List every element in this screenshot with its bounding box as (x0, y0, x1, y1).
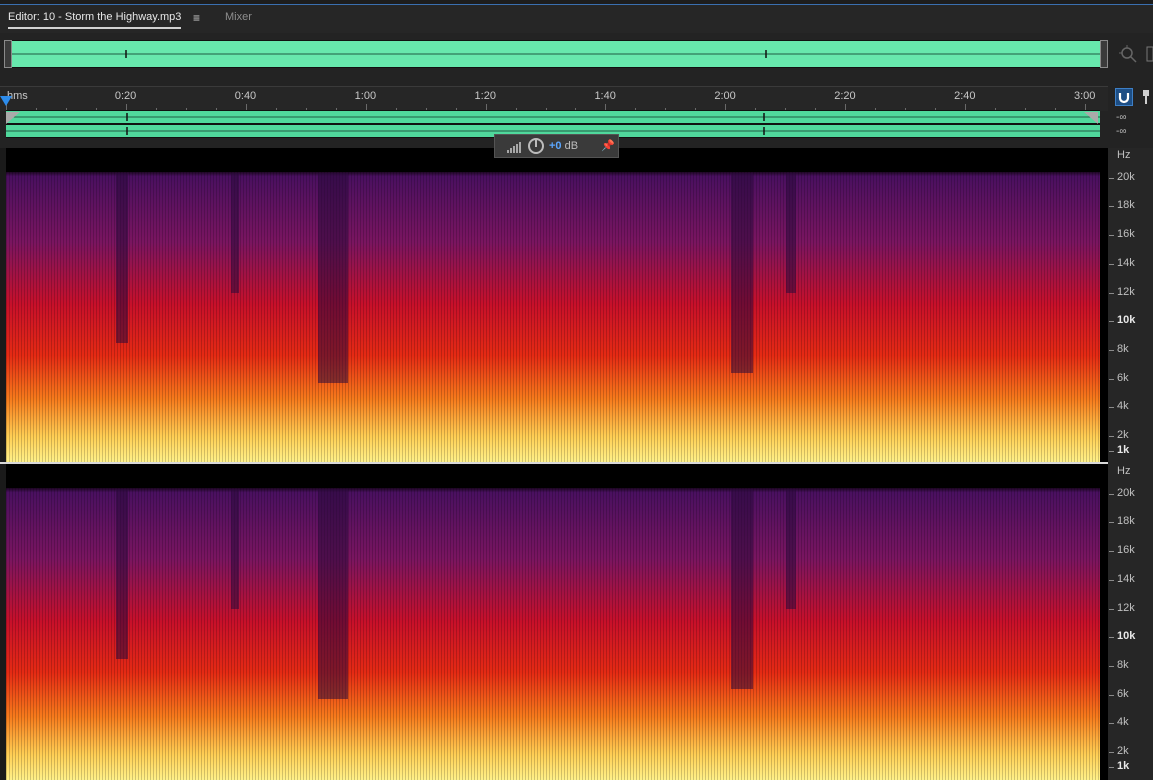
zoom-icon[interactable] (1118, 44, 1138, 64)
frequency-label: 14k (1117, 573, 1135, 585)
fade-in-handle[interactable] (6, 112, 20, 124)
time-label: 0:20 (114, 90, 137, 102)
spectrogram-left-channel[interactable] (6, 148, 1100, 462)
frequency-tick (1109, 580, 1114, 581)
time-label: 1:00 (354, 90, 377, 102)
frequency-label: 20k (1117, 171, 1135, 183)
hz-unit-label: Hz (1117, 465, 1131, 477)
hamburger-menu-icon[interactable]: ≡ (193, 11, 200, 25)
channel-left-db: -∞ (1116, 112, 1127, 123)
time-label: 2:00 (714, 90, 736, 102)
snap-icon[interactable] (1115, 88, 1133, 106)
time-label: 1:40 (594, 90, 616, 102)
panel-tab-bar: Editor: 10 - Storm the Highway.mp3 ≡ Mix… (0, 5, 1153, 33)
overview-waveform (4, 41, 1108, 67)
frequency-label: 1k (1117, 760, 1130, 772)
frequency-tick (1109, 494, 1114, 495)
time-ruler[interactable]: hms 0:20 0:40 1:00 1:20 1:40 2:00 2:20 2:40 3:00 (0, 86, 1108, 111)
pin-icon[interactable]: 📌 (601, 139, 615, 153)
frequency-label: 6k (1117, 688, 1129, 700)
tab-editor[interactable]: Editor: 10 - Storm the Highway.mp3 (8, 11, 182, 29)
time-label: 0:40 (234, 90, 257, 102)
frequency-tick (1109, 695, 1114, 696)
frequency-label: 4k (1117, 716, 1129, 728)
frequency-label: 1k (1117, 444, 1130, 456)
frequency-label: 16k (1117, 228, 1135, 240)
frequency-tick (1109, 350, 1114, 351)
frequency-label: 20k (1117, 487, 1135, 499)
gain-value[interactable]: +0 dB (549, 140, 578, 152)
frequency-label: 2k (1117, 745, 1129, 757)
channel-right-db: -∞ (1116, 126, 1127, 137)
hz-unit-label: Hz (1117, 149, 1131, 161)
frequency-tick (1109, 206, 1114, 207)
frequency-tick (1109, 609, 1114, 610)
frequency-tick (1109, 235, 1114, 236)
frequency-label: 4k (1117, 400, 1129, 412)
frequency-tick (1109, 407, 1114, 408)
time-label: 2:20 (834, 90, 856, 102)
frequency-tick (1109, 637, 1114, 638)
gain-hud[interactable]: +0 dB 📌 (494, 134, 619, 158)
spectrogram-right-channel[interactable] (6, 464, 1100, 780)
frequency-tick (1109, 178, 1114, 179)
frequency-tick (1109, 551, 1114, 552)
frequency-tick (1109, 522, 1114, 523)
frequency-tick (1109, 666, 1114, 667)
time-label: 2:40 (954, 90, 976, 102)
frequency-tick (1109, 321, 1114, 322)
time-label: 1:20 (474, 90, 496, 102)
frequency-tick (1109, 264, 1114, 265)
marker-icon[interactable] (1141, 88, 1151, 106)
channel-divider[interactable] (0, 462, 1108, 464)
time-label: 3:00 (1074, 90, 1096, 102)
frequency-label: 10k (1117, 314, 1136, 326)
playhead-marker[interactable] (0, 96, 12, 106)
overview-handle-left[interactable] (4, 40, 12, 68)
overview-handle-right[interactable] (1100, 40, 1108, 68)
level-meter-icon (507, 142, 521, 153)
frequency-label: 18k (1117, 199, 1135, 211)
frequency-label: 8k (1117, 343, 1129, 355)
frequency-tick (1109, 451, 1114, 452)
spectral-display[interactable] (0, 148, 1108, 780)
frequency-label: 12k (1117, 286, 1135, 298)
frequency-label: 18k (1117, 515, 1135, 527)
frequency-label: 10k (1117, 630, 1136, 642)
frequency-ruler[interactable]: Hz 20k 18k 16k 14k 12k 10k 8k 6k 4k 2k 1k Hz 20k 18k 1… (1108, 148, 1153, 780)
frequency-tick (1109, 293, 1114, 294)
tab-mixer[interactable]: Mixer (225, 11, 252, 23)
frequency-label: 14k (1117, 257, 1135, 269)
frequency-label: 2k (1117, 429, 1129, 441)
frequency-tick (1109, 752, 1114, 753)
frequency-label: 12k (1117, 602, 1135, 614)
frequency-tick (1109, 379, 1114, 380)
gain-knob-icon[interactable] (528, 138, 544, 154)
frequency-label: 16k (1117, 544, 1135, 556)
overview-navigator[interactable] (4, 40, 1108, 68)
frequency-tick (1109, 767, 1114, 768)
frequency-tick (1109, 436, 1114, 437)
frequency-label: 8k (1117, 659, 1129, 671)
frequency-tick (1109, 723, 1114, 724)
fade-out-handle[interactable] (1084, 112, 1098, 124)
frequency-label: 6k (1117, 372, 1129, 384)
panel-edge-icon[interactable] (1146, 44, 1153, 64)
